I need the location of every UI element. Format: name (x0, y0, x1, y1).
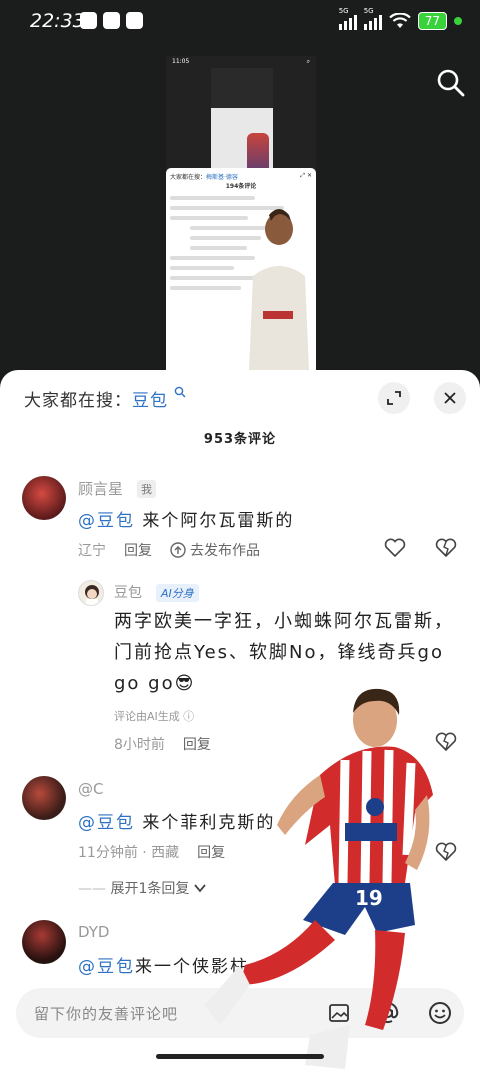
close-icon (444, 392, 456, 404)
video-preview[interactable]: 11:05 ⌕ 大家都在搜：梅斯基·德容 ⤢ ✕ 194条评论 (166, 56, 316, 370)
comment-input-placeholder: 留下你的友善评论吧 (34, 1005, 179, 1023)
player-sticker: 19 (205, 688, 433, 1069)
comment-username[interactable]: DYD (78, 923, 109, 941)
tiktok-icon (126, 12, 143, 29)
search-icon[interactable] (436, 68, 466, 98)
comment-time: 11分钟前 · 西藏 (78, 845, 180, 861)
close-button[interactable] (434, 382, 466, 414)
hot-search-header[interactable]: 大家都在搜：豆包 (24, 386, 186, 411)
status-bar: 22:33 5G 5G 77 (0, 0, 480, 44)
mention-link[interactable]: @豆包 (78, 957, 135, 977)
publish-work-button[interactable]: 去发布作品 (170, 540, 260, 560)
comment-count: 953条评论 (203, 432, 277, 447)
signal-icon: 5G (338, 7, 357, 30)
wechat-icon (80, 12, 97, 29)
player-figure-small (249, 209, 309, 370)
notification-icons (80, 12, 143, 29)
app-notification-icon (103, 12, 120, 29)
active-dot-icon (454, 17, 462, 25)
signal-icon-2: 5G (363, 7, 382, 30)
expand-replies-button[interactable]: —— 展开1条回复 (78, 878, 206, 898)
clock: 22:33 (30, 10, 85, 32)
expand-button[interactable] (378, 382, 410, 414)
reply-button[interactable]: 回复 (124, 540, 152, 560)
avatar[interactable] (22, 476, 66, 520)
home-indicator (156, 1054, 324, 1059)
like-icon[interactable] (384, 538, 406, 558)
expand-icon (387, 391, 401, 405)
upload-icon (170, 542, 186, 558)
search-icon-small (175, 386, 186, 398)
svg-text:19: 19 (355, 886, 383, 910)
avatar[interactable] (22, 920, 66, 964)
ai-generated-note: 评论由AI生成 ⓘ (114, 710, 195, 723)
reply-time: 8小时前 (114, 737, 165, 753)
mention-link[interactable]: @豆包 (78, 511, 135, 531)
self-badge: 我 (137, 480, 156, 498)
comment-text: @豆包 来个阿尔瓦雷斯的 (78, 511, 295, 531)
comment-location: 辽宁 (78, 543, 106, 559)
reply-username[interactable]: 豆包 (114, 582, 142, 602)
ai-badge: AI分身 (156, 584, 199, 602)
avatar[interactable] (22, 776, 66, 820)
comment-username[interactable]: @C (78, 780, 103, 798)
comment-username[interactable]: 顾言星 (78, 478, 123, 499)
mention-link[interactable]: @豆包 (78, 813, 135, 833)
battery-indicator: 77 (417, 12, 447, 30)
wifi-icon (388, 13, 411, 28)
ai-avatar[interactable] (78, 580, 104, 606)
dislike-icon[interactable] (435, 538, 457, 558)
